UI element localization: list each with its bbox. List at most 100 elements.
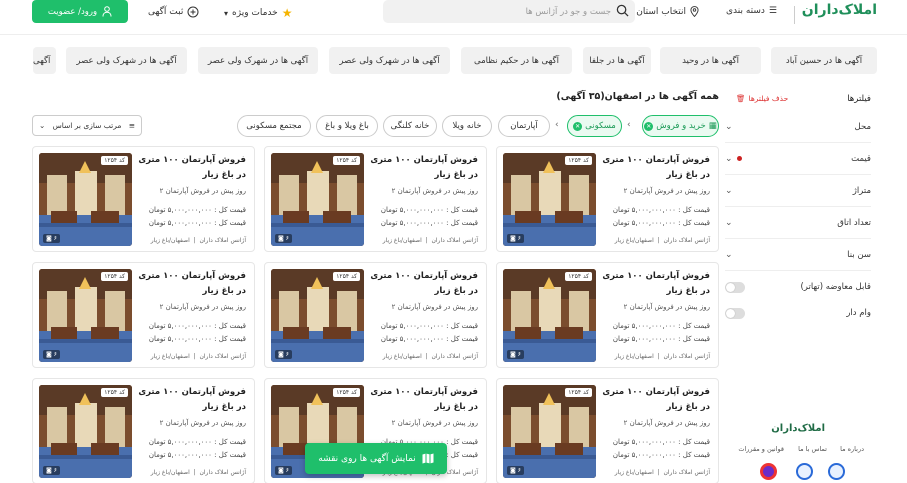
neighborhood-chip[interactable]: آگهی ها در جلفا xyxy=(583,47,651,74)
samandehi-badge-icon[interactable] xyxy=(828,463,845,480)
listing-agency[interactable]: آژانس املاک داران xyxy=(431,353,478,360)
listing-photo[interactable]: کد ۱۲۵۴ ◙ ۶ xyxy=(503,385,596,478)
clear-filters-button[interactable]: 🗑 حذف فیلترها xyxy=(736,94,788,103)
listing-card[interactable]: کد ۱۲۵۴ ◙ ۶ فروش آپارتمان ۱۰۰ متری در باغ … xyxy=(496,378,719,483)
listing-card[interactable]: کد ۱۲۵۴ ◙ ۶ فروش آپارتمان ۱۰۰ متری در باغ … xyxy=(496,262,719,368)
filter-building-age[interactable]: سن بنا ⌄ xyxy=(725,239,871,271)
listing-location: اصفهان/باغ زیار xyxy=(150,237,190,244)
listing-card[interactable]: کد ۱۲۵۴ ◙ ۶ فروش آپارتمان ۱۰۰ متری در باغ … xyxy=(496,146,719,252)
listing-title[interactable]: فروش آپارتمان ۱۰۰ متری در باغ زیار xyxy=(134,385,246,415)
listing-photo[interactable]: کد ۱۲۵۴ ◙ ۶ xyxy=(39,269,132,362)
pill-old-house[interactable]: خانه کلنگی xyxy=(383,115,437,137)
camera-icon: ◙ xyxy=(510,235,518,242)
listing-agency[interactable]: آژانس املاک داران xyxy=(199,237,246,244)
listing-code-badge: کد ۱۲۵۴ xyxy=(101,156,128,165)
star-icon: ★ xyxy=(281,6,293,20)
close-icon[interactable]: ✕ xyxy=(573,121,583,131)
building-icon: ▦ xyxy=(708,121,717,131)
pill-complex[interactable]: مجتمع مسکونی xyxy=(237,115,311,137)
listing-agency[interactable]: آژانس املاک داران xyxy=(199,353,246,360)
close-icon[interactable]: ✕ xyxy=(644,121,654,131)
search-input[interactable]: جست و جو در آژانس ها xyxy=(383,0,635,23)
listing-agency[interactable]: آژانس املاک داران xyxy=(663,353,710,360)
toggle-label: وام دار xyxy=(846,308,871,318)
neighborhood-chip[interactable]: آگهی ها در وحید xyxy=(660,47,761,74)
province-label: انتخاب استان xyxy=(636,6,686,17)
chevron-down-icon: ⌄ xyxy=(725,185,733,196)
listing-photo[interactable]: کد ۱۲۵۴ ◙ ۶ xyxy=(503,269,596,362)
footer-contact-link[interactable]: تماس با ما xyxy=(798,445,827,453)
map-button-label: نمایش آگهی ها روی نقشه xyxy=(318,453,416,464)
pill-residential[interactable]: ✕ مسکونی xyxy=(567,115,622,137)
listing-meter-price: قیمت کل : ۵,۰۰۰,۰۰۰,۰۰۰ تومان xyxy=(148,335,246,343)
listing-photo[interactable]: کد ۱۲۵۴ ◙ ۶ xyxy=(271,269,364,362)
footer-rules-link[interactable]: قوانین و مقررات xyxy=(738,445,784,453)
neighborhood-chip[interactable]: آگهی ها در شهرک ولی عصر xyxy=(198,47,318,74)
listing-total-price: قیمت کل : ۵,۰۰۰,۰۰۰,۰۰۰ تومان xyxy=(148,438,246,446)
footer-about-link[interactable]: درباره ما xyxy=(840,445,864,453)
listing-card[interactable]: کد ۱۲۵۴ ◙ ۶ فروش آپارتمان ۱۰۰ متری در باغ … xyxy=(264,146,487,252)
neighborhood-chip[interactable]: آگهی ها در شهرک ولی عصر xyxy=(66,47,187,74)
neighborhood-chip[interactable]: آگهی ها در حکیم نظامی xyxy=(461,47,572,74)
location-pin-icon xyxy=(690,6,699,17)
listing-title[interactable]: فروش آپارتمان ۱۰۰ متری در باغ زیار xyxy=(366,269,478,299)
photo-count: ۶ xyxy=(53,467,57,474)
listing-subtitle: ۲ روز پیش در فروش آپارتمان xyxy=(623,303,710,311)
listing-location: اصفهان/باغ زیار xyxy=(614,469,654,476)
listing-photo[interactable]: کد ۱۲۵۴ ◙ ۶ xyxy=(39,153,132,246)
site-logo[interactable]: املاک‌داران xyxy=(802,2,877,18)
listing-card[interactable]: کد ۱۲۵۴ ◙ ۶ فروش آپارتمان ۱۰۰ متری در باغ … xyxy=(32,378,255,483)
listing-agency[interactable]: آژانس املاک داران xyxy=(663,469,710,476)
listing-title[interactable]: فروش آپارتمان ۱۰۰ متری در باغ زیار xyxy=(598,269,710,299)
listing-agency[interactable]: آژانس املاک داران xyxy=(431,237,478,244)
pill-buy-sell[interactable]: ✕ خرید و فروش ▦ xyxy=(642,115,719,137)
listing-title[interactable]: فروش آپارتمان ۱۰۰ متری در باغ زیار xyxy=(366,385,478,415)
listing-photo[interactable]: کد ۱۲۵۴ ◙ ۶ xyxy=(271,153,364,246)
province-selector[interactable]: انتخاب استان xyxy=(636,6,699,17)
show-on-map-button[interactable]: نمایش آگهی ها روی نقشه xyxy=(305,443,447,474)
toggle-loan[interactable]: وام دار xyxy=(725,297,871,329)
listing-title[interactable]: فروش آپارتمان ۱۰۰ متری در باغ زیار xyxy=(598,385,710,415)
filter-rooms[interactable]: تعداد اتاق ⌄ xyxy=(725,207,871,239)
user-icon xyxy=(102,6,112,17)
listing-title[interactable]: فروش آپارتمان ۱۰۰ متری در باغ زیار xyxy=(598,153,710,183)
search-icon[interactable] xyxy=(616,4,629,17)
filter-area[interactable]: متراژ ⌄ xyxy=(725,175,871,207)
pill-garden[interactable]: باغ ویلا و باغ xyxy=(316,115,378,137)
filter-location[interactable]: محل ⌄ xyxy=(725,111,871,143)
pill-apartment[interactable]: آپارتمان xyxy=(498,115,550,137)
listing-card[interactable]: کد ۱۲۵۴ ◙ ۶ فروش آپارتمان ۱۰۰ متری در باغ … xyxy=(32,146,255,252)
listing-title[interactable]: فروش آپارتمان ۱۰۰ متری در باغ زیار xyxy=(366,153,478,183)
photo-count-badge: ◙ ۶ xyxy=(43,466,60,475)
listing-photo[interactable]: کد ۱۲۵۴ ◙ ۶ xyxy=(503,153,596,246)
chevron-down-icon: ⌄ xyxy=(725,121,733,132)
listing-agency[interactable]: آژانس املاک داران xyxy=(663,237,710,244)
listing-title[interactable]: فروش آپارتمان ۱۰۰ متری در باغ زیار xyxy=(134,269,246,299)
listing-card[interactable]: کد ۱۲۵۴ ◙ ۶ فروش آپارتمان ۱۰۰ متری در باغ … xyxy=(32,262,255,368)
neighborhood-chip[interactable]: آگهی ها در شهرک ولی عصر xyxy=(329,47,450,74)
photo-count: ۶ xyxy=(285,467,289,474)
listing-meta: آژانس املاک داران | اصفهان/باغ زیار xyxy=(614,353,710,360)
neighborhood-chip[interactable]: آگهی xyxy=(33,47,56,74)
pill-villa[interactable]: خانه ویلا xyxy=(442,115,492,137)
special-services-menu[interactable]: ▾ خدمات ویژه ★ xyxy=(224,6,293,20)
photo-count: ۶ xyxy=(285,235,289,242)
sort-dropdown[interactable]: ⌄ مرتب سازی بر اساس ≡ xyxy=(32,115,142,136)
listing-photo[interactable]: کد ۱۲۵۴ ◙ ۶ xyxy=(39,385,132,478)
login-button[interactable]: ورود/ عضویت xyxy=(32,0,128,23)
categories-menu[interactable]: دسته بندی ☰ xyxy=(726,6,777,16)
filter-price[interactable]: قیمت ⌄ xyxy=(725,143,871,175)
listing-agency[interactable]: آژانس املاک داران xyxy=(199,469,246,476)
enamad-badge-icon[interactable] xyxy=(796,463,813,480)
trash-icon: 🗑 xyxy=(736,94,746,103)
toggle-switch[interactable] xyxy=(725,281,745,293)
listing-card[interactable]: کد ۱۲۵۴ ◙ ۶ فروش آپارتمان ۱۰۰ متری در باغ … xyxy=(264,262,487,368)
listing-code-badge: کد ۱۲۵۴ xyxy=(333,272,360,281)
certificate-badge-icon[interactable] xyxy=(760,463,777,480)
listing-title[interactable]: فروش آپارتمان ۱۰۰ متری در باغ زیار xyxy=(134,153,246,183)
neighborhood-chip[interactable]: آگهی ها در حسین آباد xyxy=(771,47,877,74)
listing-meta: آژانس املاک داران | اصفهان/باغ زیار xyxy=(382,353,478,360)
post-ad-button[interactable]: ثبت آگهی xyxy=(148,6,199,18)
toggle-switch[interactable] xyxy=(725,307,745,319)
camera-icon: ◙ xyxy=(510,467,518,474)
